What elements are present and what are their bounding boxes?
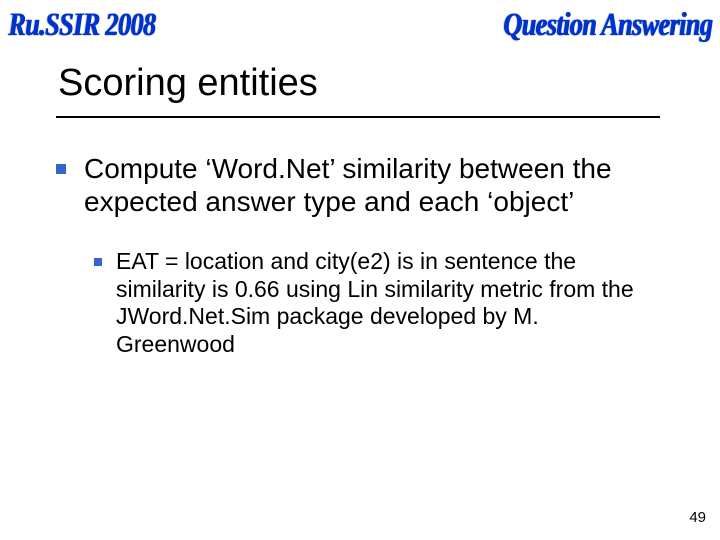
slide-body: Compute ‘Word.Net’ similarity between th… (56, 152, 664, 358)
bullet-level2-text: EAT = location and city(e2) is in senten… (116, 248, 664, 358)
bullet-level1: Compute ‘Word.Net’ similarity between th… (56, 152, 664, 218)
bullet-level1-text: Compute ‘Word.Net’ similarity between th… (84, 152, 664, 218)
bullet-level2: EAT = location and city(e2) is in senten… (94, 248, 664, 358)
slide-title: Scoring entities (58, 62, 318, 105)
square-bullet-icon (56, 164, 66, 174)
header-right: Question Answering (503, 6, 712, 44)
title-underline (56, 116, 660, 118)
slide: Ru.SSIR 2008 Question Answering Scoring … (0, 0, 720, 540)
header-left: Ru.SSIR 2008 (8, 6, 155, 44)
square-bullet-icon (94, 258, 102, 266)
page-number: 49 (689, 509, 706, 526)
